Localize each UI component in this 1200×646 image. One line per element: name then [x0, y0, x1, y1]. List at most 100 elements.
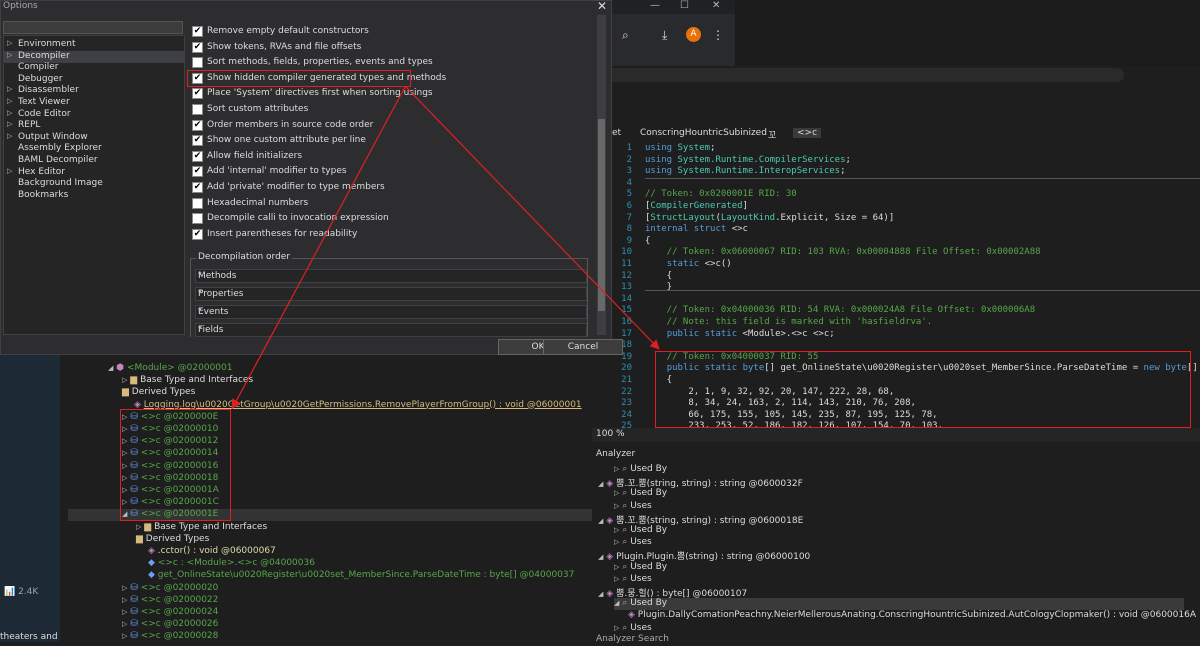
options-search-input[interactable]: [3, 21, 183, 34]
analyzer-row[interactable]: ▷ ⌕ Uses: [614, 574, 1184, 586]
checkbox[interactable]: ✔: [192, 150, 203, 162]
tree-class[interactable]: ▷ ⛁ <>c @02000022: [122, 595, 218, 607]
expand-icon[interactable]: ▷: [614, 489, 619, 497]
category-decompiler[interactable]: ▷ Decompiler: [4, 50, 184, 63]
expand-icon[interactable]: ▷: [7, 39, 12, 47]
tree-field-get[interactable]: ◆ get_OnlineState\u0020Register\u0020set…: [148, 570, 574, 582]
expand-icon[interactable]: ▷: [614, 502, 619, 510]
tree-sub-derived[interactable]: ▆ Derived Types: [136, 534, 209, 546]
category-environment[interactable]: ▷ Environment: [4, 39, 184, 51]
order-item-methods[interactable]: Methods ▾: [195, 269, 587, 283]
analyzer-tab[interactable]: Analyzer: [596, 634, 635, 646]
expand-icon[interactable]: ▷: [7, 51, 12, 59]
avatar[interactable]: A: [686, 27, 701, 42]
search-tab[interactable]: Search: [638, 634, 669, 646]
category-debugger[interactable]: Debugger: [4, 74, 184, 86]
expand-icon[interactable]: ▷: [614, 465, 619, 473]
tree-base-type[interactable]: ▷ ▆ Base Type and Interfaces: [122, 375, 253, 387]
tree-derived-types[interactable]: ▆ Derived Types: [122, 387, 195, 399]
category-assembly-explorer[interactable]: Assembly Explorer: [4, 143, 184, 155]
tree-module[interactable]: ◢ ⬢ <Module> @02000001: [108, 363, 232, 375]
checkbox[interactable]: ✔: [192, 166, 203, 178]
category-disassembler[interactable]: ▷ Disassembler: [4, 85, 184, 97]
maximize-button[interactable]: ☐: [680, 0, 689, 11]
category-bookmarks[interactable]: Bookmarks: [4, 190, 184, 202]
cancel-button[interactable]: Cancel: [543, 339, 623, 355]
order-item-events[interactable]: Events ▾: [195, 305, 587, 319]
expand-icon[interactable]: ◢: [598, 480, 603, 488]
tree-class[interactable]: ▷ ⛁ <>c @02000020: [122, 583, 218, 595]
category-repl[interactable]: ▷ REPL: [4, 120, 184, 132]
checkbox[interactable]: ✔: [192, 26, 203, 37]
tree-class[interactable]: ▷ ⛁ <>c @02000026: [122, 619, 218, 631]
category-baml-decompiler[interactable]: BAML Decompiler: [4, 155, 184, 167]
close-button[interactable]: ✕: [712, 0, 720, 11]
zoom-select[interactable]: 100 %: [596, 429, 625, 439]
expand-icon[interactable]: ◢: [598, 590, 603, 598]
checkbox[interactable]: ✔: [192, 41, 203, 53]
checkbox[interactable]: ✔: [192, 228, 203, 240]
category-text-viewer[interactable]: ▷ Text Viewer: [4, 97, 184, 109]
analyzer-row[interactable]: ▷ ⌕ Uses: [614, 501, 1184, 513]
tab-et[interactable]: et: [612, 128, 621, 138]
tab-c[interactable]: <>c: [793, 128, 822, 138]
options-scrollbar[interactable]: [597, 15, 606, 335]
tree-sub-base[interactable]: ▷ ▆ Base Type and Interfaces: [136, 522, 267, 534]
expand-icon[interactable]: ▷: [7, 97, 12, 105]
analyzer-row[interactable]: ◈ Plugin.DallyComationPeachny.NeierMelle…: [628, 610, 1196, 622]
category-hex-editor[interactable]: ▷ Hex Editor: [4, 167, 184, 179]
dropdown-icon[interactable]: ▾: [198, 270, 584, 278]
screen-search-icon[interactable]: ⌕: [622, 28, 629, 43]
expand-icon[interactable]: ▷: [614, 563, 619, 571]
tab-korean[interactable]: 꼬: [768, 128, 776, 141]
analyzer-row[interactable]: ▷ ⌕ Uses: [614, 537, 1184, 549]
dialog-close-icon[interactable]: ✕: [597, 0, 607, 13]
expand-icon[interactable]: ◢: [614, 599, 619, 607]
expand-icon[interactable]: ◢: [598, 517, 603, 525]
analyzer-row[interactable]: ▷ ⌕ Used By: [614, 464, 1184, 476]
dropdown-icon[interactable]: ▾: [198, 306, 584, 314]
category-output-window[interactable]: ▷ Output Window: [4, 132, 184, 144]
analyzer-row[interactable]: ◢ ◈ Plugin.Plugin.뿜(string) : string @06…: [598, 549, 1184, 562]
dropdown-icon[interactable]: ▾: [198, 324, 584, 332]
analyzer-row[interactable]: ▷ ⌕ Used By: [614, 525, 1184, 537]
expand-icon[interactable]: ▷: [614, 538, 619, 546]
expand-icon[interactable]: ▷: [7, 132, 12, 140]
category-code-editor[interactable]: ▷ Code Editor: [4, 109, 184, 121]
expand-icon[interactable]: ▷: [614, 624, 619, 632]
download-icon[interactable]: ⤓: [662, 28, 667, 43]
analyzer-row[interactable]: ◢ ◈ 뿜.꼬.뿜(string, string) : string @0600…: [598, 476, 1184, 489]
tree-class[interactable]: ▷ ⛁ <>c @02000028: [122, 631, 218, 642]
category-background-image[interactable]: Background Image: [4, 178, 184, 190]
order-item-properties[interactable]: Properties ▾: [195, 287, 587, 301]
tab-conscring[interactable]: ConscringHountricSubinized: [640, 128, 767, 138]
tree-class[interactable]: ▷ ⛁ <>c @02000024: [122, 607, 218, 619]
expand-icon[interactable]: ▷: [7, 109, 12, 117]
scrollbar-thumb[interactable]: [598, 119, 605, 311]
checkbox[interactable]: [192, 197, 203, 209]
expand-icon[interactable]: ▷: [614, 575, 619, 583]
analyzer-row[interactable]: ◢ ⌕ Used By: [614, 598, 1184, 611]
expand-icon[interactable]: ▷: [7, 120, 12, 128]
expand-icon[interactable]: ◢: [598, 553, 603, 561]
analyzer-row[interactable]: ▷ ⌕ Uses: [614, 623, 1184, 635]
collapse-icon[interactable]: ◢: [108, 364, 113, 372]
checkbox[interactable]: ✔: [192, 119, 203, 131]
analyzer-row[interactable]: ◢ ◈ 뿜.꼬.뿜(string, string) : string @0600…: [598, 513, 1184, 526]
checkbox[interactable]: [192, 57, 203, 69]
minimize-button[interactable]: —: [650, 0, 660, 11]
expand-icon[interactable]: ▷: [614, 526, 619, 534]
checkbox[interactable]: ✔: [192, 135, 203, 147]
order-item-fields[interactable]: Fields ▾: [195, 323, 587, 337]
analyzer-row[interactable]: ▷ ⌕ Used By: [614, 488, 1184, 500]
tree-cctor[interactable]: ◈ .cctor() : void @06000067: [148, 546, 276, 558]
checkbox[interactable]: [192, 104, 203, 115]
dropdown-icon[interactable]: ▾: [198, 288, 584, 296]
analyzer-row[interactable]: ◢ ◈ 뿜.뭉.헐() : byte[] @06000107: [598, 586, 1184, 599]
menu-icon[interactable]: ⋮: [712, 28, 724, 42]
checkbox[interactable]: ✔: [192, 88, 203, 100]
tree-field-c[interactable]: ◆ <>c : <Module>.<>c @04000036: [148, 558, 315, 570]
category-compiler[interactable]: Compiler: [4, 62, 184, 74]
analyzer-row[interactable]: ▷ ⌕ Used By: [614, 562, 1184, 574]
expand-icon[interactable]: ▷: [7, 167, 12, 175]
